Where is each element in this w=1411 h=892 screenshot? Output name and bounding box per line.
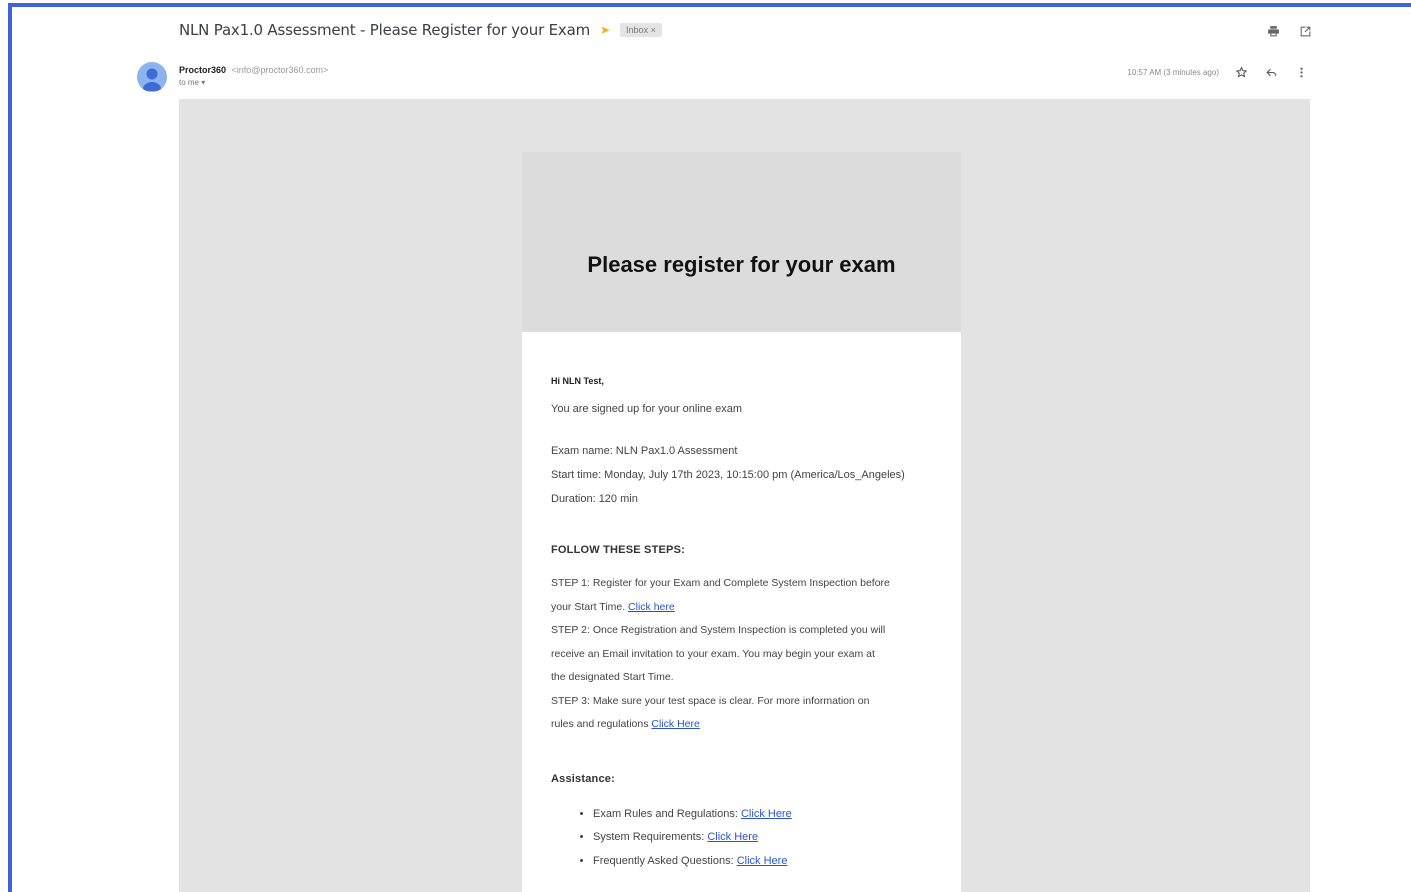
assistance-requirements-link[interactable]: Click Here	[707, 831, 758, 843]
assistance-item-faq: Frequently Asked Questions: Click Here	[593, 850, 933, 874]
step3-line2: rules and regulations Click Here	[551, 713, 933, 737]
email-card-header: Please register for your exam	[522, 152, 961, 332]
sender-email: <info@proctor360.com>	[231, 65, 329, 75]
sender-name: Proctor360	[179, 65, 227, 75]
top-actions	[1265, 23, 1313, 39]
step2-line2: receive an Email invitation to your exam…	[551, 647, 875, 660]
print-icon[interactable]	[1265, 23, 1281, 39]
star-icon[interactable]	[1233, 64, 1249, 80]
assistance-item-rules: Exam Rules and Regulations: Click Here	[593, 803, 933, 827]
email-window: NLN Pax1.0 Assessment - Please Register …	[8, 3, 1411, 892]
assistance-heading: Assistance:	[551, 772, 615, 785]
assistance-item-requirements: System Requirements: Click Here	[593, 826, 933, 850]
step1-line2: your Start Time. Click here	[551, 596, 933, 620]
intro-text: You are signed up for your online exam	[551, 403, 742, 415]
sender-info: Proctor360 <info@proctor360.com> to me ▾	[179, 65, 328, 87]
important-marker-icon[interactable]: ➤	[600, 23, 610, 37]
step3-rules-link[interactable]: Click Here	[651, 718, 699, 730]
email-body: Please register for your exam Hi NLN Tes…	[179, 99, 1310, 892]
step1-line1: STEP 1: Register for your Exam and Compl…	[551, 577, 890, 589]
assistance-item-label: Frequently Asked Questions:	[593, 854, 734, 867]
step3-text: rules and regulations	[551, 718, 649, 730]
reply-icon[interactable]	[1263, 64, 1279, 80]
email-card-content: Hi NLN Test, You are signed up for your …	[522, 332, 961, 892]
greeting: Hi NLN Test,	[551, 376, 604, 386]
subject-row: NLN Pax1.0 Assessment - Please Register …	[179, 21, 662, 39]
more-vert-icon[interactable]	[1293, 64, 1309, 80]
start-time: Start time: Monday, July 17th 2023, 10:1…	[551, 469, 905, 481]
recipient-dropdown[interactable]: to me ▾	[179, 78, 328, 87]
sender-avatar	[137, 62, 167, 92]
assistance-list: Exam Rules and Regulations: Click Here S…	[551, 803, 933, 874]
email-title: Please register for your exam	[587, 252, 896, 277]
exam-name: Exam name: NLN Pax1.0 Assessment	[551, 445, 738, 457]
step2-line3: the designated Start Time.	[551, 671, 674, 683]
steps-heading: FOLLOW THESE STEPS:	[551, 544, 685, 556]
assistance-item-label: System Requirements:	[593, 831, 705, 843]
inbox-label-chip[interactable]: Inbox ×	[620, 23, 662, 37]
step2-line1: STEP 2: Once Registration and System Ins…	[551, 624, 886, 636]
avatar-person-icon	[142, 68, 162, 91]
assistance-rules-link[interactable]: Click Here	[741, 808, 792, 820]
email-subject: NLN Pax1.0 Assessment - Please Register …	[179, 21, 590, 39]
message-meta: 10:57 AM (3 minutes ago)	[1127, 64, 1309, 80]
open-in-new-window-icon[interactable]	[1297, 23, 1313, 39]
duration: Duration: 120 min	[551, 493, 638, 505]
step1-text: your Start Time.	[551, 600, 626, 613]
assistance-faq-link[interactable]: Click Here	[737, 855, 788, 867]
assistance-item-label: Exam Rules and Regulations:	[593, 807, 738, 820]
step1-register-link[interactable]: Click here	[628, 601, 675, 613]
step3-line1: STEP 3: Make sure your test space is cle…	[551, 694, 870, 707]
message-timestamp: 10:57 AM (3 minutes ago)	[1127, 67, 1219, 77]
